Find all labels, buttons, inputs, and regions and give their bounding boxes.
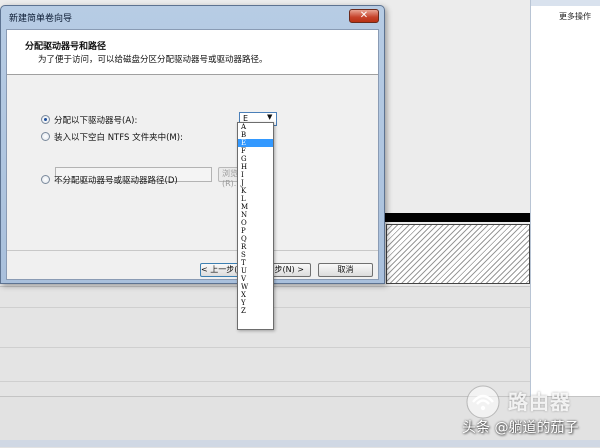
drive-letter-option[interactable]: P xyxy=(238,227,273,235)
drive-letter-option[interactable]: M xyxy=(238,203,273,211)
drive-letter-option[interactable]: J xyxy=(238,179,273,187)
drive-letter-option[interactable]: N xyxy=(238,211,273,219)
drive-letter-option[interactable]: K xyxy=(238,187,273,195)
drive-letter-option[interactable]: O xyxy=(238,219,273,227)
actions-pane: 更多操作 xyxy=(530,0,600,447)
drive-letter-option[interactable]: Q xyxy=(238,235,273,243)
drive-letter-option[interactable]: U xyxy=(238,267,273,275)
no-drive-letter-radio[interactable] xyxy=(41,175,50,184)
drive-letter-option[interactable]: X xyxy=(238,291,273,299)
drive-letter-option[interactable]: V xyxy=(238,275,273,283)
drive-letter-dropdown-list[interactable]: ABEFGHIJKLMNOPQRSTUVWXYZ xyxy=(237,122,274,330)
drive-letter-option[interactable]: L xyxy=(238,195,273,203)
drive-letter-option[interactable]: T xyxy=(238,259,273,267)
mount-ntfs-folder-label[interactable]: 装入以下空白 NTFS 文件夹中(M): xyxy=(54,131,183,143)
drive-letter-option[interactable]: Y xyxy=(238,299,273,307)
dialog-title: 新建简单卷向导 xyxy=(9,14,73,24)
drive-letter-option[interactable]: H xyxy=(238,163,273,171)
page-subtitle: 为了便于访问，可以给磁盘分区分配驱动器号或驱动器路径。 xyxy=(38,55,268,65)
divider xyxy=(0,381,530,382)
drive-letter-option[interactable]: G xyxy=(238,155,273,163)
close-icon: ✕ xyxy=(359,10,369,21)
divider xyxy=(0,347,530,348)
drive-letter-option[interactable]: A xyxy=(238,123,273,131)
router-logo-icon xyxy=(466,385,500,419)
unallocated-space-block[interactable] xyxy=(386,224,530,284)
drive-letter-option[interactable]: B xyxy=(238,131,273,139)
partition-header-dark xyxy=(386,213,530,222)
wizard-header: 分配驱动器号和路径 为了便于访问，可以给磁盘分区分配驱动器号或驱动器路径。 xyxy=(7,30,378,75)
drive-letter-option[interactable]: Z xyxy=(238,307,273,315)
drive-letter-option[interactable]: F xyxy=(238,147,273,155)
actions-pane-header xyxy=(531,0,600,6)
drive-letter-option[interactable]: E xyxy=(238,139,273,147)
chevron-down-icon: ▼ xyxy=(267,113,273,121)
drive-letter-option[interactable]: W xyxy=(238,283,273,291)
drive-letter-option[interactable]: I xyxy=(238,171,273,179)
watermark-author: 头条 @躺道的茄子 xyxy=(462,420,579,436)
watermark-site: 路由器 xyxy=(508,390,571,414)
more-actions-link[interactable]: 更多操作 xyxy=(559,11,591,22)
close-button[interactable]: ✕ xyxy=(349,9,379,23)
new-simple-volume-wizard: 新建简单卷向导 ✕ 分配驱动器号和路径 为了便于访问，可以给磁盘分区分配驱动器号… xyxy=(0,5,385,284)
wizard-body: 分配驱动器号和路径 为了便于访问，可以给磁盘分区分配驱动器号或驱动器路径。 分配… xyxy=(6,29,379,280)
page-title: 分配驱动器号和路径 xyxy=(25,42,107,52)
no-drive-letter-label[interactable]: 不分配驱动器号或驱动器路径(D) xyxy=(54,174,178,186)
assign-drive-letter-label[interactable]: 分配以下驱动器号(A): xyxy=(54,114,137,126)
assign-drive-letter-radio[interactable] xyxy=(41,115,50,124)
cancel-button[interactable]: 取消 xyxy=(318,263,373,277)
divider xyxy=(7,250,378,251)
mount-ntfs-folder-radio[interactable] xyxy=(41,132,50,141)
taskbar-strip xyxy=(0,440,600,447)
drive-letter-option[interactable]: R xyxy=(238,243,273,251)
drive-letter-option[interactable]: S xyxy=(238,251,273,259)
